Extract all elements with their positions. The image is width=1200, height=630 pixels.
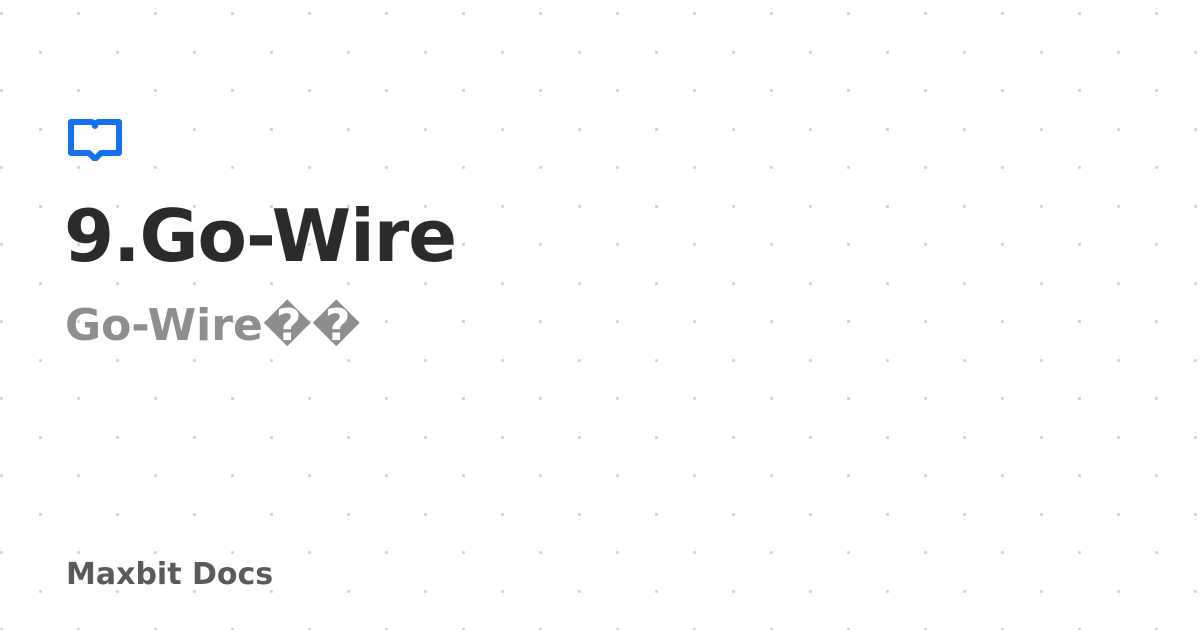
social-preview-card: 9.Go-Wire Go-Wire�� Maxbit Docs [0, 0, 1200, 630]
open-book-icon [68, 119, 122, 161]
page-title: 9.Go-Wire [64, 194, 457, 278]
site-name: Maxbit Docs [66, 557, 274, 592]
page-subtitle: Go-Wire�� [65, 300, 361, 351]
